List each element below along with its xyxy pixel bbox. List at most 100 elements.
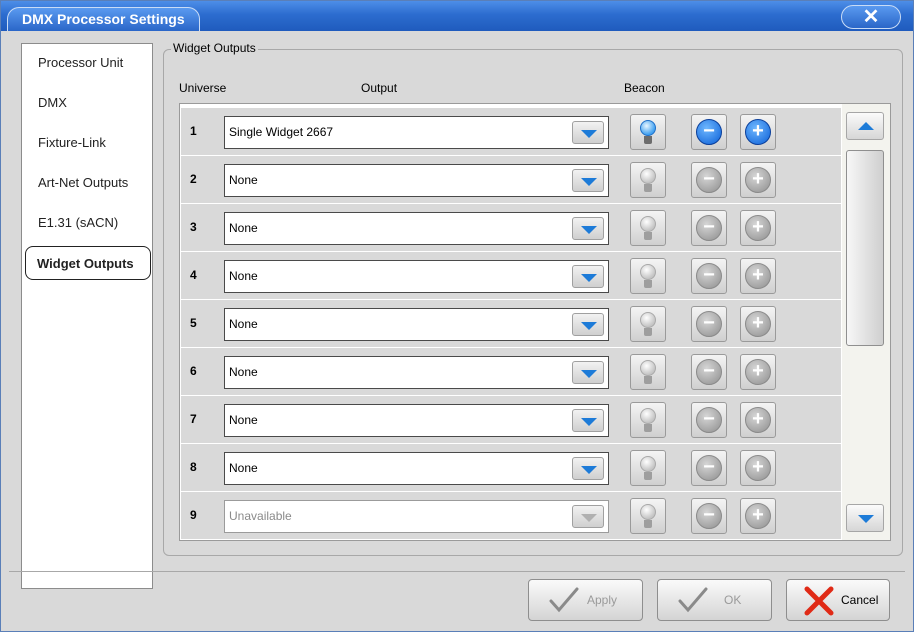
output-dropdown[interactable]: None — [224, 212, 609, 245]
beacon-button[interactable] — [630, 258, 666, 294]
output-value: None — [229, 413, 258, 427]
lightbulb-base-icon — [644, 280, 652, 288]
checkmark-icon — [549, 587, 579, 613]
plus-button[interactable]: + — [740, 402, 776, 438]
beacon-button[interactable] — [630, 450, 666, 486]
title-bar: DMX Processor Settings ✕ — [1, 1, 913, 31]
apply-button[interactable]: Apply — [528, 579, 643, 621]
universe-number: 2 — [190, 172, 197, 186]
footer-divider — [9, 571, 905, 572]
sidebar-item-e131-sacn[interactable]: E1.31 (sACN) — [24, 206, 150, 240]
lightbulb-base-icon — [644, 136, 652, 144]
chevron-down-icon — [572, 505, 604, 528]
plus-button[interactable]: + — [740, 306, 776, 342]
minus-button[interactable]: − — [691, 450, 727, 486]
scroll-thumb[interactable] — [846, 150, 884, 346]
sidebar-item-processor-unit[interactable]: Processor Unit — [24, 46, 150, 80]
output-value: None — [229, 365, 258, 379]
lightbulb-base-icon — [644, 184, 652, 192]
minus-icon: − — [696, 455, 722, 481]
lightbulb-base-icon — [644, 328, 652, 336]
output-dropdown[interactable]: None — [224, 452, 609, 485]
plus-button[interactable]: + — [740, 162, 776, 198]
scroll-down-button[interactable] — [846, 504, 884, 532]
chevron-down-icon[interactable] — [572, 361, 604, 384]
plus-button[interactable]: + — [740, 258, 776, 294]
output-dropdown[interactable]: None — [224, 260, 609, 293]
plus-button[interactable]: + — [740, 114, 776, 150]
minus-button[interactable]: − — [691, 162, 727, 198]
minus-button[interactable]: − — [691, 402, 727, 438]
group-title: Widget Outputs — [171, 41, 258, 55]
plus-button[interactable]: + — [740, 450, 776, 486]
minus-icon: − — [696, 263, 722, 289]
close-button[interactable]: ✕ — [841, 5, 901, 29]
vertical-scrollbar[interactable] — [842, 104, 890, 540]
dmx-processor-settings-window: DMX Processor Settings ✕ Processor Unit … — [0, 0, 914, 632]
column-header-universe: Universe — [179, 81, 227, 95]
minus-icon: − — [696, 407, 722, 433]
output-dropdown[interactable]: None — [224, 404, 609, 437]
sidebar-item-dmx[interactable]: DMX — [24, 86, 150, 120]
output-dropdown[interactable]: None — [224, 164, 609, 197]
chevron-down-icon[interactable] — [572, 409, 604, 432]
chevron-down-icon[interactable] — [572, 169, 604, 192]
lightbulb-icon — [640, 456, 656, 472]
checkmark-icon — [678, 587, 708, 613]
cancel-button[interactable]: Cancel — [786, 579, 890, 621]
chevron-down-icon[interactable] — [572, 457, 604, 480]
output-dropdown: Unavailable — [224, 500, 609, 533]
plus-icon: + — [745, 503, 771, 529]
minus-button[interactable]: − — [691, 210, 727, 246]
plus-icon: + — [745, 119, 771, 145]
chevron-down-icon[interactable] — [572, 265, 604, 288]
sidebar-item-art-net-outputs[interactable]: Art-Net Outputs — [24, 166, 150, 200]
beacon-button[interactable] — [630, 210, 666, 246]
minus-icon: − — [696, 215, 722, 241]
sidebar-item-widget-outputs[interactable]: Widget Outputs — [25, 246, 151, 280]
ok-button[interactable]: OK — [657, 579, 772, 621]
universe-number: 7 — [190, 412, 197, 426]
universe-number: 5 — [190, 316, 197, 330]
plus-button[interactable]: + — [740, 354, 776, 390]
universe-number: 8 — [190, 460, 197, 474]
beacon-button[interactable] — [630, 162, 666, 198]
minus-button[interactable]: − — [691, 354, 727, 390]
output-value: Single Widget 2667 — [229, 125, 334, 139]
scroll-up-button[interactable] — [846, 112, 884, 140]
universe-number: 6 — [190, 364, 197, 378]
table-row: 3 None − + — [181, 204, 841, 251]
output-dropdown[interactable]: None — [224, 356, 609, 389]
output-value: Unavailable — [229, 509, 292, 523]
beacon-button[interactable] — [630, 306, 666, 342]
lightbulb-icon — [640, 504, 656, 520]
beacon-button[interactable] — [630, 114, 666, 150]
table-row: 1 Single Widget 2667 − + — [181, 108, 841, 155]
beacon-button[interactable] — [630, 354, 666, 390]
chevron-down-icon[interactable] — [572, 121, 604, 144]
plus-icon: + — [745, 407, 771, 433]
chevron-down-icon[interactable] — [572, 313, 604, 336]
universe-number: 9 — [190, 508, 197, 522]
table-row: 6 None − + — [181, 348, 841, 395]
plus-icon: + — [745, 359, 771, 385]
sidebar-item-fixture-link[interactable]: Fixture-Link — [24, 126, 150, 160]
plus-button[interactable]: + — [740, 210, 776, 246]
column-header-beacon: Beacon — [624, 81, 665, 95]
output-dropdown[interactable]: None — [224, 308, 609, 341]
beacon-button[interactable] — [630, 402, 666, 438]
minus-icon: − — [696, 167, 722, 193]
plus-icon: + — [745, 215, 771, 241]
close-icon — [804, 586, 834, 616]
output-value: None — [229, 461, 258, 475]
plus-icon: + — [745, 455, 771, 481]
minus-button[interactable]: − — [691, 306, 727, 342]
minus-button[interactable]: − — [691, 114, 727, 150]
minus-icon: − — [696, 119, 722, 145]
output-dropdown[interactable]: Single Widget 2667 — [224, 116, 609, 149]
lightbulb-icon — [640, 168, 656, 184]
lightbulb-base-icon — [644, 424, 652, 432]
minus-icon: − — [696, 503, 722, 529]
minus-button[interactable]: − — [691, 258, 727, 294]
chevron-down-icon[interactable] — [572, 217, 604, 240]
